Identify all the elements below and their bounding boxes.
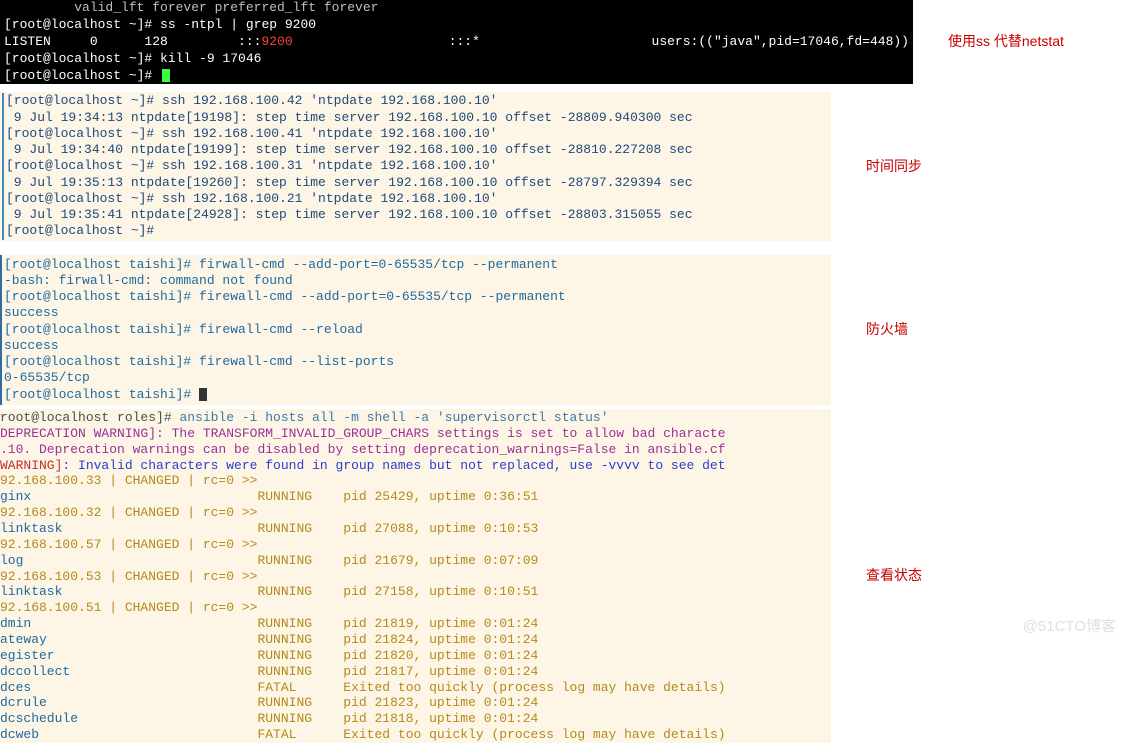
term-line: 9 Jul 19:34:13 ntpdate[19198]: step time…	[2, 110, 829, 126]
terminal-ss: valid_lft forever preferred_lft forever …	[0, 0, 913, 84]
term-line: [root@localhost taishi]#	[4, 387, 829, 403]
ansible-host-line: 92.168.100.53 | CHANGED | rc=0 >>	[0, 569, 831, 585]
terminal-firewall: [root@localhost taishi]# firwall-cmd --a…	[0, 255, 831, 405]
ansible-process-row: dmin RUNNING pid 21819, uptime 0:01:24	[0, 616, 831, 632]
deprecation-warning: .10. Deprecation warnings can be disable…	[0, 442, 831, 458]
note-ss: 使用ss 代替netstat	[948, 33, 1064, 51]
ansible-host-line: 92.168.100.57 | CHANGED | rc=0 >>	[0, 537, 831, 553]
term-line: [root@localhost taishi]# firewall-cmd --…	[4, 289, 829, 305]
term-line: success	[4, 305, 829, 321]
terminal-ntp: [root@localhost ~]# ssh 192.168.100.42 '…	[0, 92, 831, 240]
term-line: LISTEN 0 128 :::9200 :::* users:(("java"…	[4, 34, 909, 51]
deprecation-warning: DEPRECATION WARNING]: The TRANSFORM_INVA…	[0, 426, 831, 442]
term-line: [root@localhost taishi]# firewall-cmd --…	[4, 354, 829, 370]
note-ansible: 查看状态	[866, 567, 922, 585]
note-fw: 防火墙	[866, 321, 908, 339]
term-line: [root@localhost ~]# kill -9 17046	[4, 51, 909, 68]
ansible-host-line: 92.168.100.33 | CHANGED | rc=0 >>	[0, 473, 831, 489]
ansible-process-row: dcweb FATAL Exited too quickly (process …	[0, 727, 831, 743]
ansible-process-row: dces FATAL Exited too quickly (process l…	[0, 680, 831, 696]
ansible-process-row: dcschedule RUNNING pid 21818, uptime 0:0…	[0, 711, 831, 727]
ansible-command: root@localhost roles]# ansible -i hosts …	[0, 410, 831, 426]
ansible-host-line: 92.168.100.51 | CHANGED | rc=0 >>	[0, 600, 831, 616]
term-line: [root@localhost ~]# ssh 192.168.100.42 '…	[2, 93, 829, 109]
ansible-process-row: dcrule RUNNING pid 21823, uptime 0:01:24	[0, 695, 831, 711]
term-line: [root@localhost taishi]# firewall-cmd --…	[4, 322, 829, 338]
terminal-ansible: root@localhost roles]# ansible -i hosts …	[0, 409, 831, 743]
term-line: 9 Jul 19:35:41 ntpdate[24928]: step time…	[2, 207, 829, 223]
ansible-process-row: linktask RUNNING pid 27088, uptime 0:10:…	[0, 521, 831, 537]
term-line: valid_lft forever preferred_lft forever	[4, 0, 909, 17]
ansible-process-row: ginx RUNNING pid 25429, uptime 0:36:51	[0, 489, 831, 505]
term-line: [root@localhost ~]#	[2, 223, 829, 239]
ansible-process-row: log RUNNING pid 21679, uptime 0:07:09	[0, 553, 831, 569]
term-line: [root@localhost ~]# ss -ntpl | grep 9200	[4, 17, 909, 34]
term-line: success	[4, 338, 829, 354]
term-line: -bash: firwall-cmd: command not found	[4, 273, 829, 289]
cursor-icon	[162, 69, 170, 82]
term-line: 9 Jul 19:34:40 ntpdate[19199]: step time…	[2, 142, 829, 158]
ansible-host-line: 92.168.100.32 | CHANGED | rc=0 >>	[0, 505, 831, 521]
warning-line: WARNING]: Invalid characters were found …	[0, 458, 831, 474]
ansible-process-row: linktask RUNNING pid 27158, uptime 0:10:…	[0, 584, 831, 600]
term-line: 0-65535/tcp	[4, 370, 829, 386]
term-line: [root@localhost ~]# ssh 192.168.100.21 '…	[2, 191, 829, 207]
term-line: [root@localhost ~]#	[4, 68, 909, 85]
term-line: [root@localhost ~]# ssh 192.168.100.41 '…	[2, 126, 829, 142]
note-ntp: 时间同步	[866, 158, 922, 176]
ansible-process-row: dccollect RUNNING pid 21817, uptime 0:01…	[0, 664, 831, 680]
term-line: [root@localhost taishi]# firwall-cmd --a…	[4, 257, 829, 273]
ansible-process-row: egister RUNNING pid 21820, uptime 0:01:2…	[0, 648, 831, 664]
term-line: 9 Jul 19:35:13 ntpdate[19260]: step time…	[2, 175, 829, 191]
ansible-process-row: ateway RUNNING pid 21824, uptime 0:01:24	[0, 632, 831, 648]
term-line: [root@localhost ~]# ssh 192.168.100.31 '…	[2, 158, 829, 174]
